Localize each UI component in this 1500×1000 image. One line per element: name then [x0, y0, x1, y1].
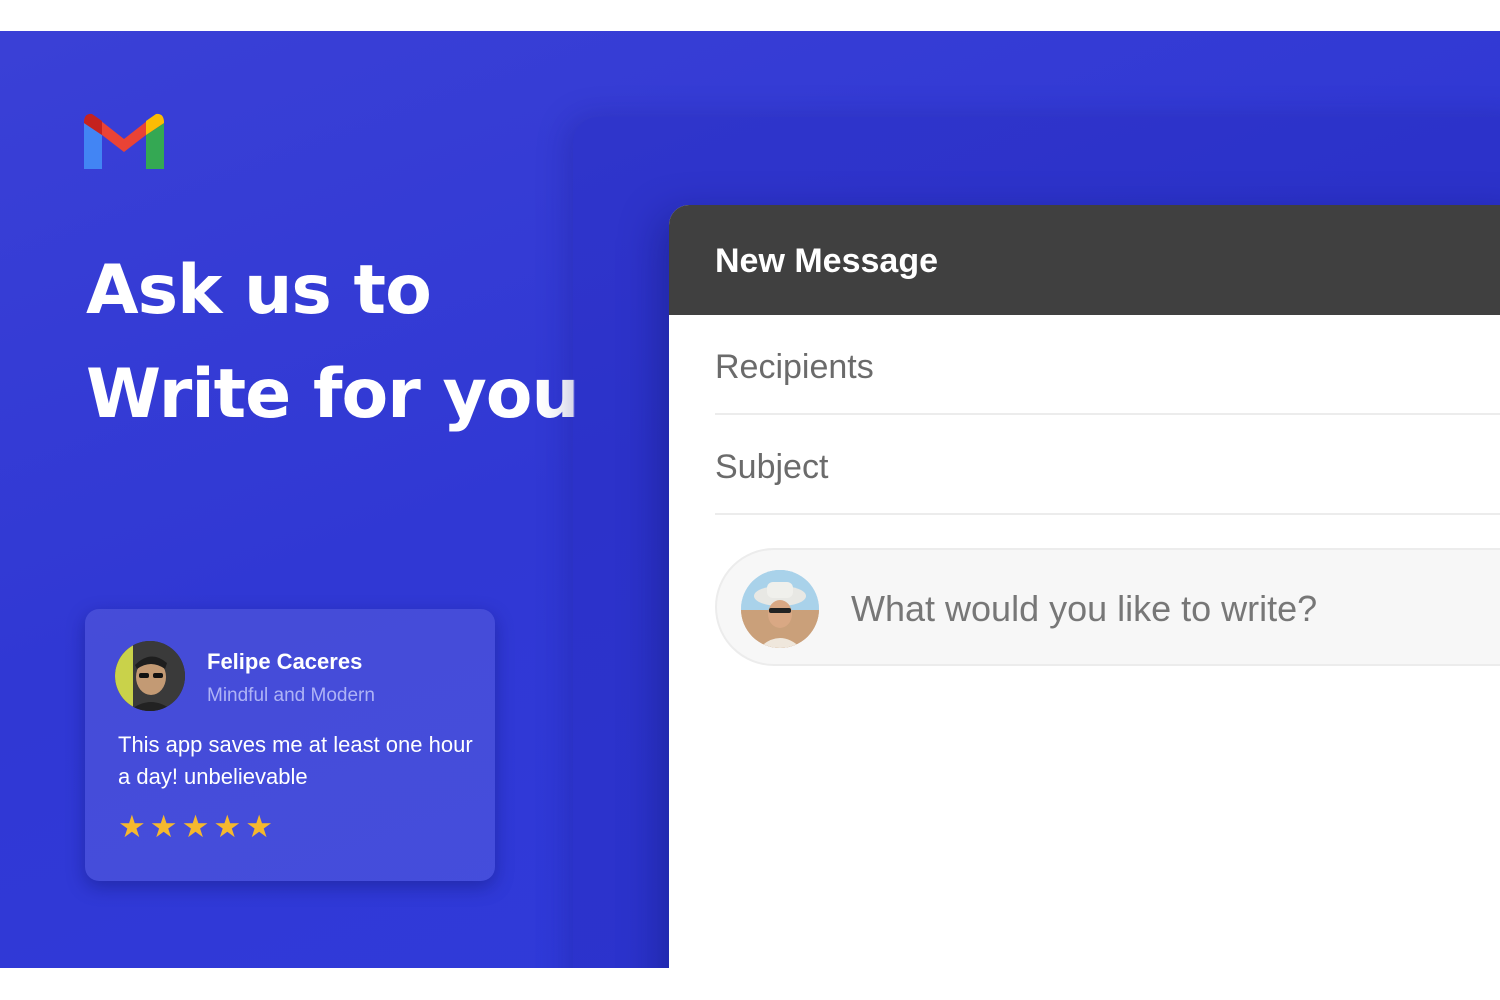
prompt-placeholder: What would you like to write?	[851, 588, 1318, 629]
user-avatar	[741, 570, 819, 648]
headline-line-2: Write for you	[86, 355, 580, 434]
gmail-logo-icon	[84, 113, 164, 169]
recipients-field[interactable]: Recipients	[715, 315, 1500, 415]
compose-title: New Message	[669, 205, 1500, 315]
star-icon: ★	[245, 809, 273, 844]
reviewer-avatar	[115, 641, 185, 711]
star-icon: ★	[181, 809, 210, 844]
star-icon: ★	[118, 809, 146, 844]
subject-field[interactable]: Subject	[715, 415, 1500, 515]
reviewer-role: Mindful and Modern	[207, 685, 375, 706]
headline-line-1: Ask us to	[86, 251, 432, 330]
star-icon: ★	[213, 809, 242, 844]
star-icon: ★	[149, 809, 178, 844]
headline: Ask us to Write for you	[86, 239, 580, 447]
write-prompt-input[interactable]: What would you like to write?	[715, 548, 1500, 666]
compose-window: New Message Recipients Subject What woul…	[669, 205, 1500, 968]
star-rating: ★ ★ ★ ★ ★	[118, 811, 273, 843]
promo-banner: Ask us to Write for you Felipe Caceres M…	[0, 31, 1500, 968]
reviewer-name: Felipe Caceres	[207, 649, 363, 674]
review-card: Felipe Caceres Mindful and Modern This a…	[85, 609, 495, 881]
review-text: This app saves me at least one hour a da…	[118, 732, 473, 789]
